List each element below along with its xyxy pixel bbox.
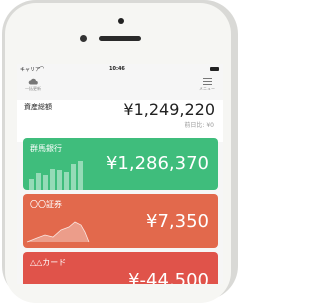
- balance-bar: [36, 173, 41, 190]
- app-header: 一括更新 メニュー: [17, 74, 223, 100]
- proximity-sensor: [80, 35, 87, 42]
- balance-bar: [43, 175, 48, 190]
- balance-bar: [57, 170, 62, 190]
- account-card-credit[interactable]: △△カード ¥-44,500: [23, 252, 218, 284]
- app-screen: キャリア ◠ 10:46 一括更新 メニュー 資産総額 ¥1,249,220 前…: [17, 64, 223, 284]
- refresh-all-button[interactable]: 一括更新: [21, 78, 45, 92]
- status-bar: キャリア ◠ 10:46: [17, 64, 223, 74]
- total-assets-panel: 資産総額 ¥1,249,220 前日比: ¥0: [17, 100, 223, 142]
- balance-bar: [71, 164, 76, 190]
- phone-frame: キャリア ◠ 10:46 一括更新 メニュー 資産総額 ¥1,249,220 前…: [0, 0, 240, 303]
- balance-bar: [64, 172, 69, 190]
- account-card-bank[interactable]: 群馬銀行 ¥1,286,370: [23, 138, 218, 190]
- account-amount: ¥-44,500: [128, 270, 209, 284]
- balance-bar: [78, 161, 83, 190]
- total-assets-label: 資産総額: [24, 103, 52, 111]
- menu-button[interactable]: メニュー: [195, 78, 219, 92]
- account-amount: ¥1,286,370: [105, 153, 209, 174]
- menu-icon: [202, 78, 212, 85]
- refresh-all-label: 一括更新: [25, 86, 41, 91]
- area-series: [27, 222, 89, 242]
- wifi-icon: ◠: [39, 65, 45, 72]
- battery-icon: [210, 67, 219, 71]
- account-name: △△カード: [30, 258, 67, 267]
- menu-label: メニュー: [199, 86, 215, 91]
- total-assets-amount: ¥1,249,220: [123, 100, 215, 119]
- account-amount: ¥7,350: [146, 211, 209, 232]
- day-over-day-change: 前日比: ¥0: [184, 122, 214, 129]
- status-time: 10:46: [109, 66, 125, 72]
- balance-bar: [50, 169, 55, 190]
- balance-bar: [29, 179, 34, 190]
- carrier-label: キャリア: [20, 67, 41, 73]
- earpiece-speaker: [99, 36, 141, 41]
- account-card-securities[interactable]: 〇〇証券 ¥7,350: [23, 194, 218, 248]
- cloud-icon: [28, 78, 38, 85]
- account-name: 群馬銀行: [30, 144, 62, 153]
- front-camera: [118, 18, 124, 24]
- account-name: 〇〇証券: [30, 200, 62, 209]
